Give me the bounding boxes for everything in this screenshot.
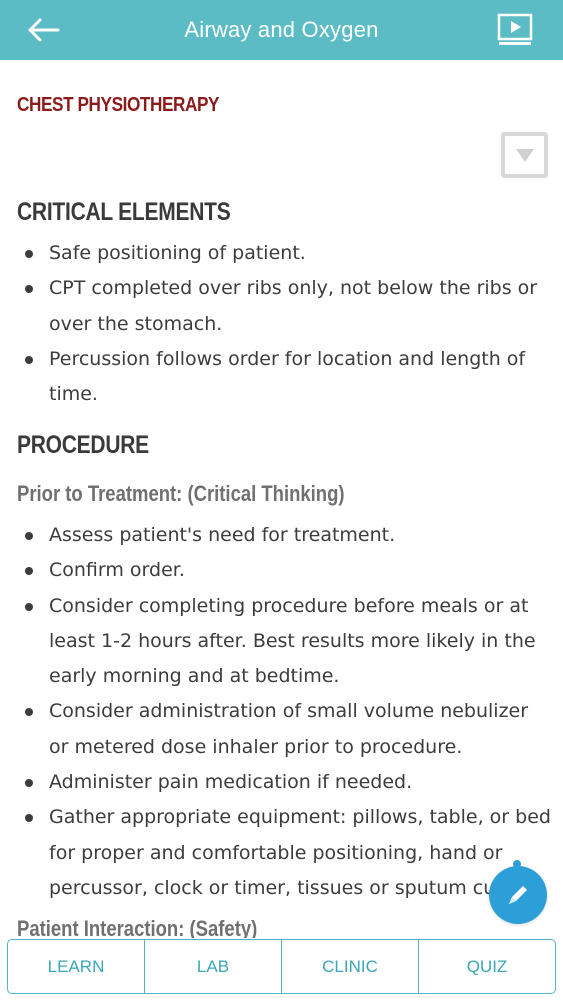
collapse-toggle-button[interactable] — [501, 132, 548, 178]
prior-to-treatment-heading: Prior to Treatment: (Critical Thinking) — [17, 481, 345, 506]
list-item: Gather appropriate equipment: pillows, t… — [0, 800, 563, 906]
pencil-fab-button[interactable] — [489, 866, 547, 924]
video-play-icon[interactable] — [497, 13, 533, 47]
list-item: Percussion follows order for location an… — [0, 342, 563, 413]
procedure-heading: PROCEDURE — [17, 431, 149, 459]
top-bar: Airway and Oxygen — [0, 0, 563, 60]
critical-elements-heading: CRITICAL ELEMENTS — [17, 198, 231, 226]
list-item: CPT completed over ribs only, not below … — [0, 271, 563, 342]
tab-clinic[interactable]: CLINIC — [282, 940, 419, 993]
bottom-nav: LEARN LAB CLINIC QUIZ — [7, 939, 556, 994]
list-item: Consider administration of small volume … — [0, 694, 563, 765]
back-arrow-icon[interactable] — [26, 14, 62, 46]
list-item: Assess patient's need for treatment. — [0, 518, 563, 553]
patient-interaction-heading: Patient Interaction: (Safety) — [17, 916, 258, 938]
tab-learn[interactable]: LEARN — [8, 940, 145, 993]
tab-quiz[interactable]: QUIZ — [419, 940, 555, 993]
list-item: Safe positioning of patient. — [0, 236, 563, 271]
critical-elements-list: Safe positioning of patient. CPT complet… — [0, 236, 563, 412]
section-title: CHEST PHYSIOTHERAPY — [17, 94, 220, 116]
prior-to-treatment-list: Assess patient's need for treatment. Con… — [0, 518, 563, 906]
list-item: Administer pain medication if needed. — [0, 765, 563, 800]
pencil-icon — [509, 886, 527, 904]
tab-lab[interactable]: LAB — [145, 940, 282, 993]
list-item: Consider completing procedure before mea… — [0, 589, 563, 695]
content-scroll-area[interactable]: CHEST PHYSIOTHERAPY CRITICAL ELEMENTS Sa… — [0, 60, 563, 938]
page-title: Airway and Oxygen — [184, 17, 379, 42]
list-item: Confirm order. — [0, 553, 563, 588]
triangle-down-icon — [515, 149, 534, 162]
